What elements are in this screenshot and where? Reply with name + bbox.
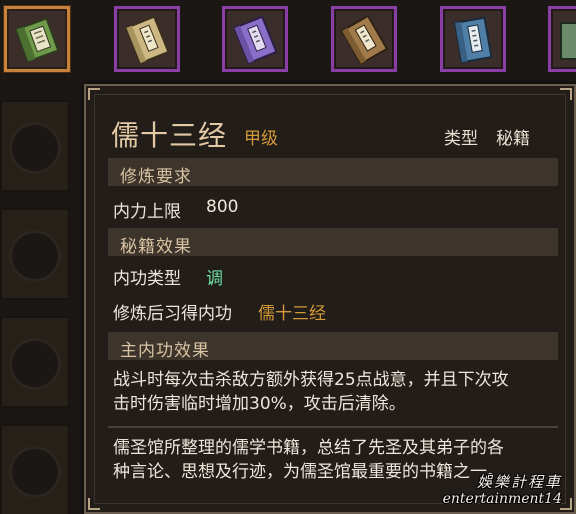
effect-value-type: 调: [206, 269, 223, 289]
divider: [108, 426, 558, 428]
brown-manual-book-icon: [340, 14, 389, 66]
inventory-slot-1[interactable]: [4, 6, 70, 72]
main-effect-line: 战斗时每次击杀敌方额外获得25点战意，并且下次攻: [113, 370, 509, 390]
watermark: 娛樂計程車 entertainment14: [443, 474, 562, 508]
effect-value-learned: 儒十三经: [258, 304, 326, 324]
requirement-label: 内力上限: [113, 202, 181, 222]
item-type-label: 类型: [444, 129, 478, 149]
blue-manual-book-icon: [453, 16, 493, 64]
effect-label-type: 内功类型: [113, 269, 181, 289]
empty-slot-ring: [9, 338, 61, 390]
inventory-slot-6[interactable]: [548, 6, 576, 72]
corner-ornament: [560, 88, 572, 100]
main-effect-line: 击时伤害临时增加30%，攻击后清除。: [113, 394, 406, 414]
watermark-line-1: 娛樂計程車: [476, 473, 562, 491]
game-screen: 儒十三经 甲级 类型 秘籍 修炼要求 内力上限 800 秘籍效果 内功类型 调 …: [0, 0, 576, 514]
section-header-label: 主内功效果: [120, 341, 210, 361]
empty-slot-4[interactable]: [0, 424, 70, 514]
main-effect-text: 战斗时每次击杀敌方额外获得25点战意，并且下次攻 击时伤害临时增加30%，攻击后…: [113, 368, 558, 416]
section-header-label: 修炼要求: [120, 167, 192, 187]
corner-ornament: [88, 498, 100, 510]
empty-slot-ring: [9, 122, 61, 174]
requirement-value: 800: [206, 197, 239, 217]
section-header-main-effect: 主内功效果: [108, 332, 558, 361]
green-scroll-book-icon: [15, 17, 60, 63]
section-header-label: 秘籍效果: [120, 237, 192, 257]
item-title: 儒十三经: [111, 119, 228, 152]
corner-ornament: [88, 88, 100, 100]
description-line: 儒圣馆所整理的儒学书籍，总结了先圣及其弟子的各: [113, 438, 504, 458]
purple-manual-book-icon: [233, 15, 278, 65]
empty-slot-2[interactable]: [0, 208, 70, 300]
section-header-requirements: 修炼要求: [108, 158, 558, 187]
empty-slot-ring: [9, 230, 61, 282]
watermark-line-2: entertainment14: [442, 491, 562, 507]
item-tooltip: 儒十三经 甲级 类型 秘籍 修炼要求 内力上限 800 秘籍效果 内功类型 调 …: [84, 84, 576, 514]
empty-slot-1[interactable]: [0, 100, 70, 192]
partial-book-icon: [560, 22, 576, 60]
tan-manual-book-icon: [125, 15, 170, 65]
inventory-slot-3[interactable]: [222, 6, 288, 72]
item-grade: 甲级: [244, 129, 278, 149]
section-header-effects: 秘籍效果: [108, 228, 558, 257]
inventory-slot-5[interactable]: [440, 6, 506, 72]
empty-slot-3[interactable]: [0, 316, 70, 408]
inventory-slot-2[interactable]: [114, 6, 180, 72]
effect-label-learned: 修炼后习得内功: [113, 304, 232, 324]
inventory-slot-4[interactable]: [331, 6, 397, 72]
item-type-value: 秘籍: [496, 129, 530, 149]
empty-slot-ring: [9, 446, 61, 498]
